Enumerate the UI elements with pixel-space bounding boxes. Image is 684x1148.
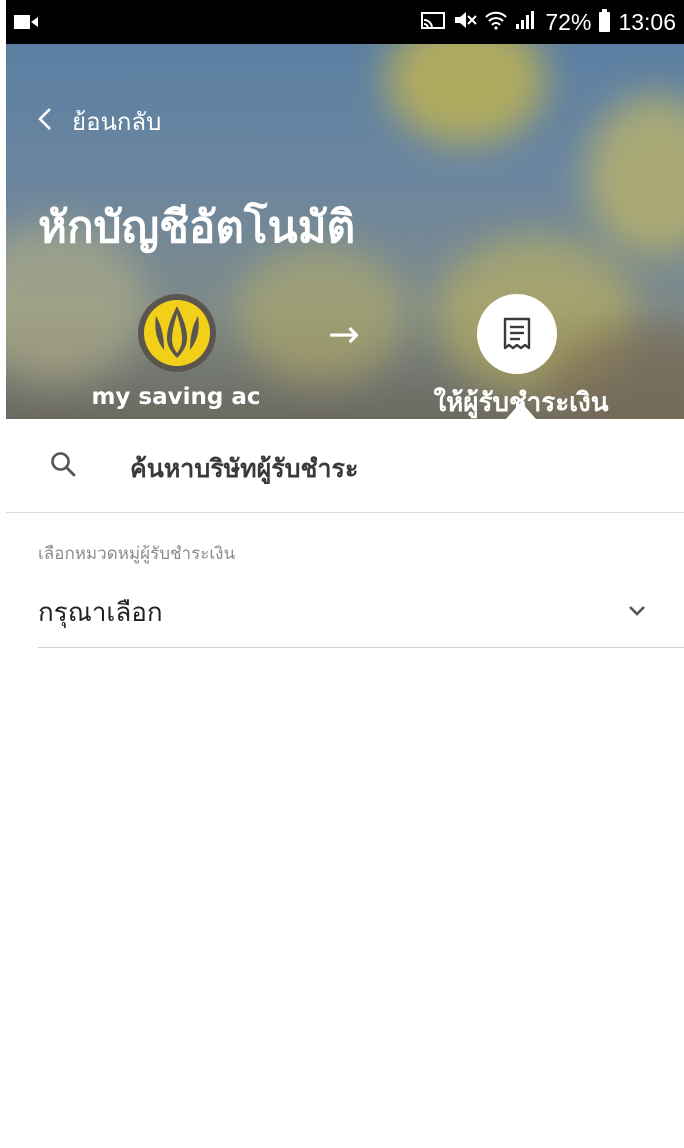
back-button[interactable]: ย้อนกลับ [38, 102, 161, 141]
status-bar: 72% 13:06 [6, 0, 684, 44]
arrow-right-icon: → [328, 312, 360, 356]
camera-icon [14, 12, 40, 36]
bank-logo [138, 294, 216, 372]
from-account-name: my saving ac [91, 384, 261, 410]
chevron-down-icon [628, 602, 646, 621]
wifi-icon [485, 9, 508, 36]
cast-icon [421, 9, 446, 36]
category-dropdown[interactable]: กรุณาเลือก [38, 580, 684, 648]
battery-icon [599, 9, 611, 32]
chevron-left-icon [38, 107, 52, 137]
background-blur [586, 94, 684, 254]
battery-percent: 72% [545, 8, 592, 35]
mute-icon [453, 9, 478, 36]
header-banner: ย้อนกลับ หักบัญชีอัตโนมัติ → my saving a [6, 44, 684, 419]
search-icon [50, 451, 76, 481]
back-label: ย้อนกลับ [72, 108, 162, 136]
signal-icon [515, 9, 537, 36]
clock: 13:06 [618, 8, 676, 35]
status-indicators: 72% 13:06 [421, 6, 676, 38]
page-title: หักบัญชีอัตโนมัติ [38, 202, 356, 253]
category-selected-value: กรุณาเลือก [38, 598, 163, 628]
app-screen: 72% 13:06 ย้อนกลับ หักบัญชีอัตโนมัติ → m… [6, 0, 684, 1148]
background-blur [386, 44, 546, 144]
tab-pointer [506, 402, 536, 419]
receipt-icon [477, 294, 557, 374]
search-input[interactable]: ค้นหาบริษัทผู้รับชำระ [130, 449, 358, 489]
payee-search[interactable]: ค้นหาบริษัทผู้รับชำระ [6, 419, 684, 513]
background-blur [236, 244, 406, 384]
category-label: เลือกหมวดหมู่ผู้รับชำระเงิน [38, 544, 236, 564]
